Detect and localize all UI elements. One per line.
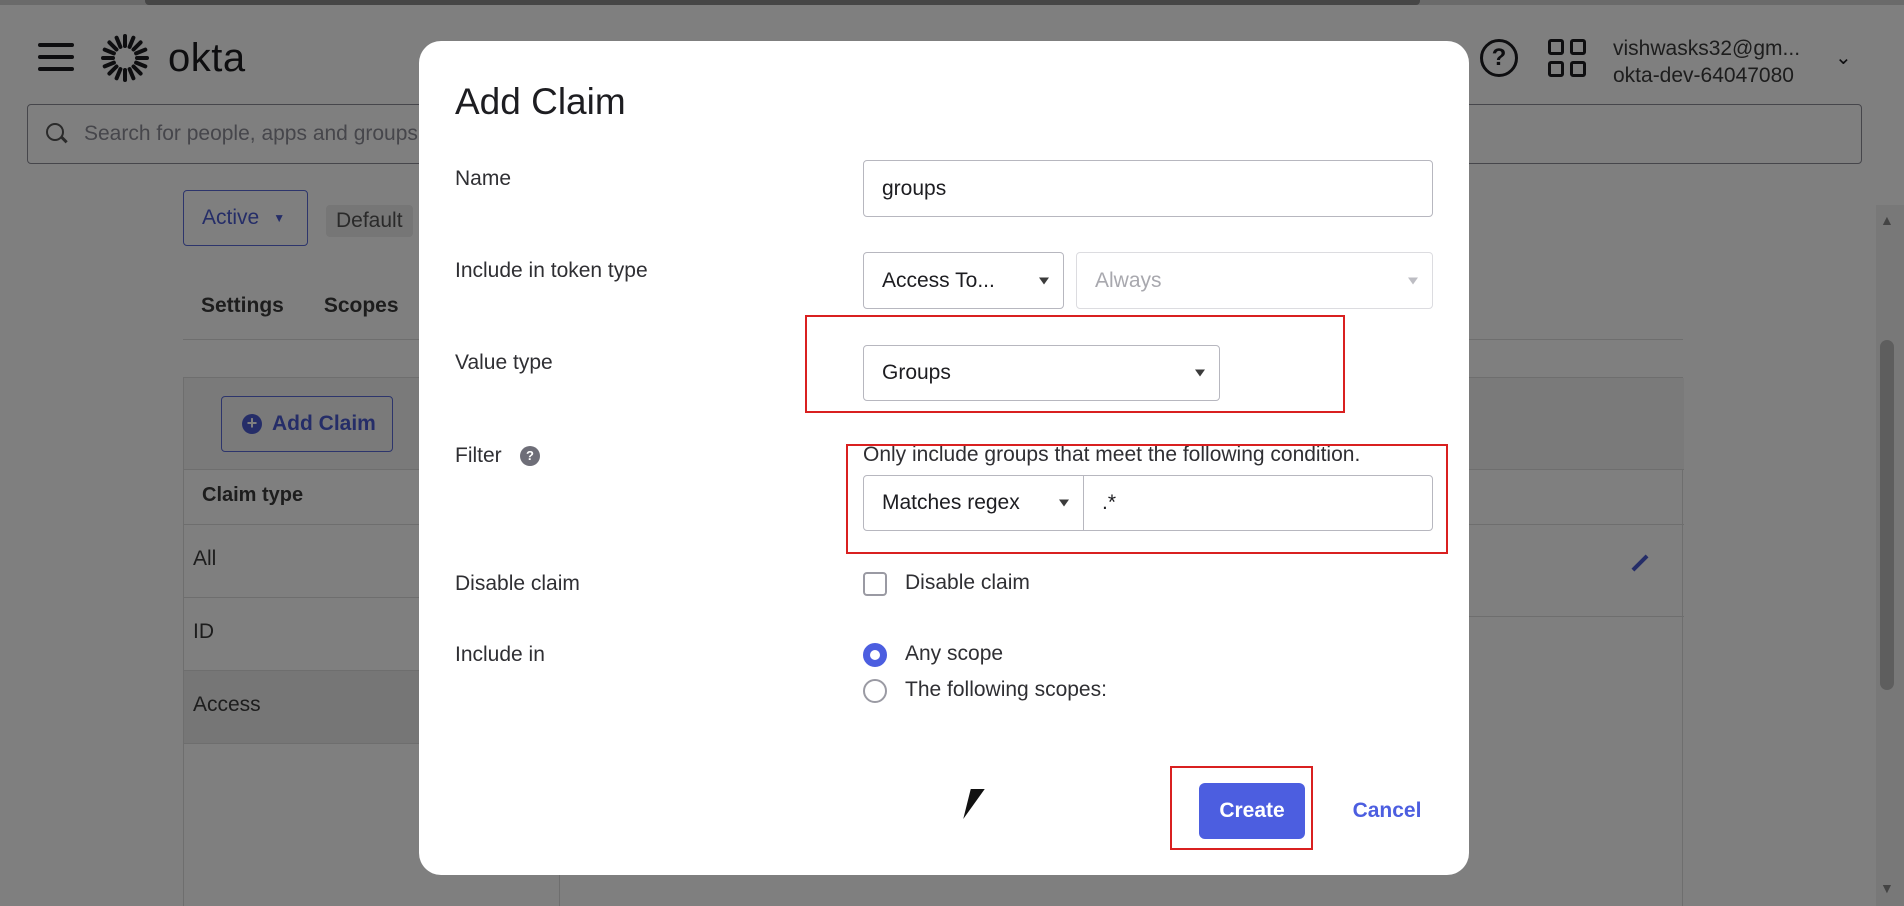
radio-any-scope-label[interactable]: Any scope	[905, 642, 1003, 666]
value-type-label: Value type	[455, 351, 553, 374]
caret-down-icon	[1408, 277, 1418, 284]
token-when-value: Always	[1095, 268, 1162, 292]
dialog-title: Add Claim	[455, 81, 626, 122]
radio-following-scopes-label[interactable]: The following scopes:	[905, 678, 1107, 702]
name-input[interactable]: groups	[863, 160, 1433, 217]
help-circle-icon[interactable]: ?	[520, 446, 540, 466]
disable-claim-checkbox[interactable]	[863, 572, 887, 596]
value-type-highlight-box	[805, 315, 1345, 413]
cancel-button[interactable]: Cancel	[1337, 783, 1437, 839]
disable-claim-label: Disable claim	[455, 572, 580, 595]
filter-highlight-box	[846, 444, 1448, 554]
disable-claim-checkbox-label[interactable]: Disable claim	[905, 571, 1030, 595]
create-highlight-box	[1170, 766, 1313, 850]
include-in-label: Include in	[455, 643, 545, 666]
token-type-label: Include in token type	[455, 259, 648, 282]
name-label: Name	[455, 167, 512, 190]
token-type-select[interactable]: Access To...	[863, 252, 1064, 309]
filter-label: Filter	[455, 444, 502, 467]
caret-down-icon	[1039, 277, 1049, 284]
radio-following-scopes[interactable]	[863, 679, 887, 703]
token-type-value: Access To...	[882, 268, 995, 292]
token-when-select: Always	[1076, 252, 1433, 309]
add-claim-dialog: Add Claim Name groups Include in token t…	[419, 41, 1469, 875]
radio-any-scope[interactable]	[863, 643, 887, 667]
